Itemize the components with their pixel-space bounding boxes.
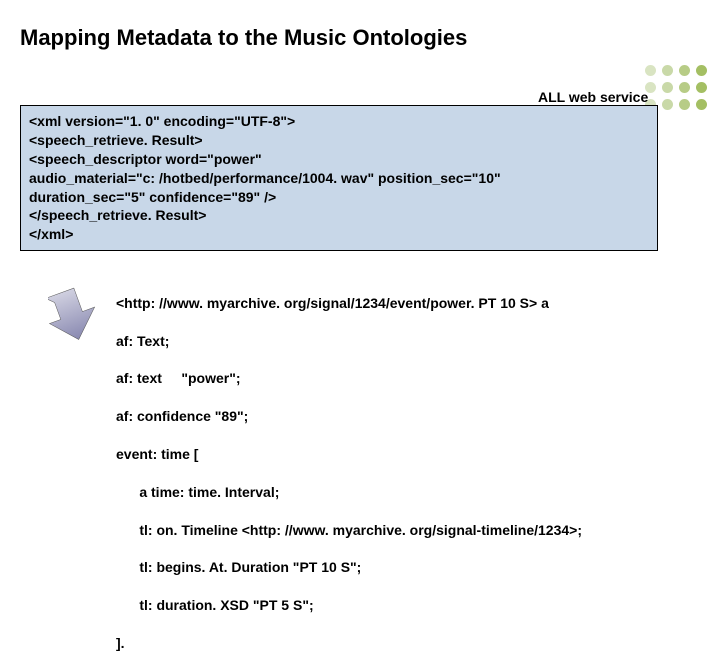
rdf-line: tl: duration. XSD "PT 5 S"; — [116, 596, 582, 615]
rdf-line: a time: time. Interval; — [116, 483, 582, 502]
xml-line: <speech_descriptor word="power" — [29, 150, 649, 169]
rdf-line: event: time [ — [116, 445, 582, 464]
xml-line: <speech_retrieve. Result> — [29, 131, 649, 150]
xml-line: </speech_retrieve. Result> — [29, 206, 649, 225]
dot-icon — [679, 65, 690, 76]
dot-icon — [662, 99, 673, 110]
rdf-line: tl: begins. At. Duration "PT 10 S"; — [116, 558, 582, 577]
rdf-line: <http: //www. myarchive. org/signal/1234… — [116, 294, 582, 313]
dot-icon — [645, 65, 656, 76]
xml-line: audio_material="c: /hotbed/performance/1… — [29, 169, 649, 188]
xml-output-box: <xml version="1. 0" encoding="UTF-8"> <s… — [20, 105, 658, 251]
dot-icon — [696, 99, 707, 110]
xml-line: </xml> — [29, 225, 649, 244]
arrow-icon — [48, 285, 103, 345]
rdf-line: ]. — [116, 634, 582, 653]
dot-icon — [696, 82, 707, 93]
xml-line: <xml version="1. 0" encoding="UTF-8"> — [29, 112, 649, 131]
rdf-output-block: <http: //www. myarchive. org/signal/1234… — [116, 275, 582, 672]
rdf-line: af: confidence "89"; — [116, 407, 582, 426]
dot-icon — [679, 99, 690, 110]
dot-icon — [679, 82, 690, 93]
dot-icon — [696, 65, 707, 76]
rdf-line: af: Text; — [116, 332, 582, 351]
rdf-line: af: text "power"; — [116, 369, 582, 388]
rdf-line: tl: on. Timeline <http: //www. myarchive… — [116, 521, 582, 540]
dot-icon — [662, 82, 673, 93]
page-title: Mapping Metadata to the Music Ontologies — [20, 25, 467, 51]
dot-icon — [662, 65, 673, 76]
xml-line: duration_sec="5" confidence="89" /> — [29, 188, 649, 207]
